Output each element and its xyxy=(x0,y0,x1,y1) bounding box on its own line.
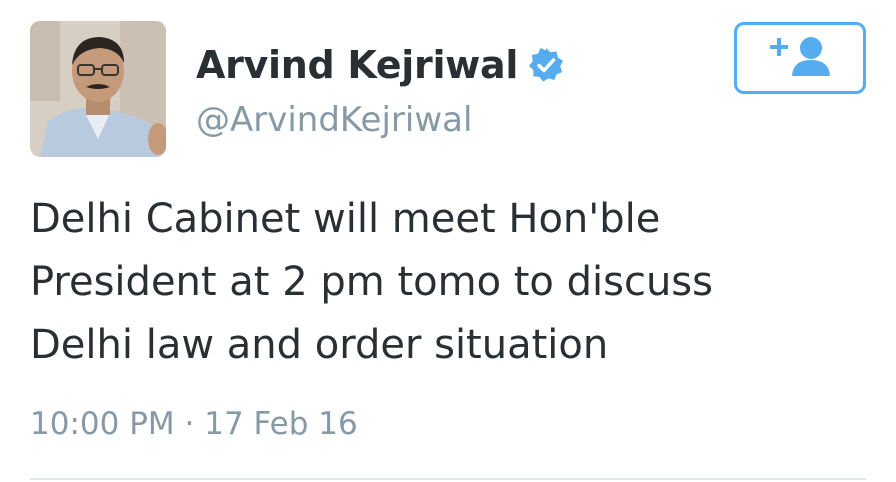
tweet-date: 17 Feb 16 xyxy=(204,406,358,442)
tweet-time: 10:00 PM xyxy=(30,406,175,442)
user-handle[interactable]: @ArvindKejriwal xyxy=(196,100,472,140)
avatar[interactable] xyxy=(30,21,166,157)
add-user-icon xyxy=(765,34,835,82)
timestamp-separator: · xyxy=(184,406,195,442)
divider xyxy=(30,478,866,480)
display-name[interactable]: Arvind Kejriwal xyxy=(196,43,518,87)
verified-badge-icon xyxy=(528,47,564,83)
follow-button[interactable] xyxy=(734,22,866,94)
tweet-timestamp[interactable]: 10:00 PM · 17 Feb 16 xyxy=(30,406,358,442)
tweet-text: Delhi Cabinet will meet Hon'ble Presiden… xyxy=(30,196,713,368)
user-name-row: Arvind Kejriwal xyxy=(196,42,564,88)
profile-photo xyxy=(30,21,166,157)
